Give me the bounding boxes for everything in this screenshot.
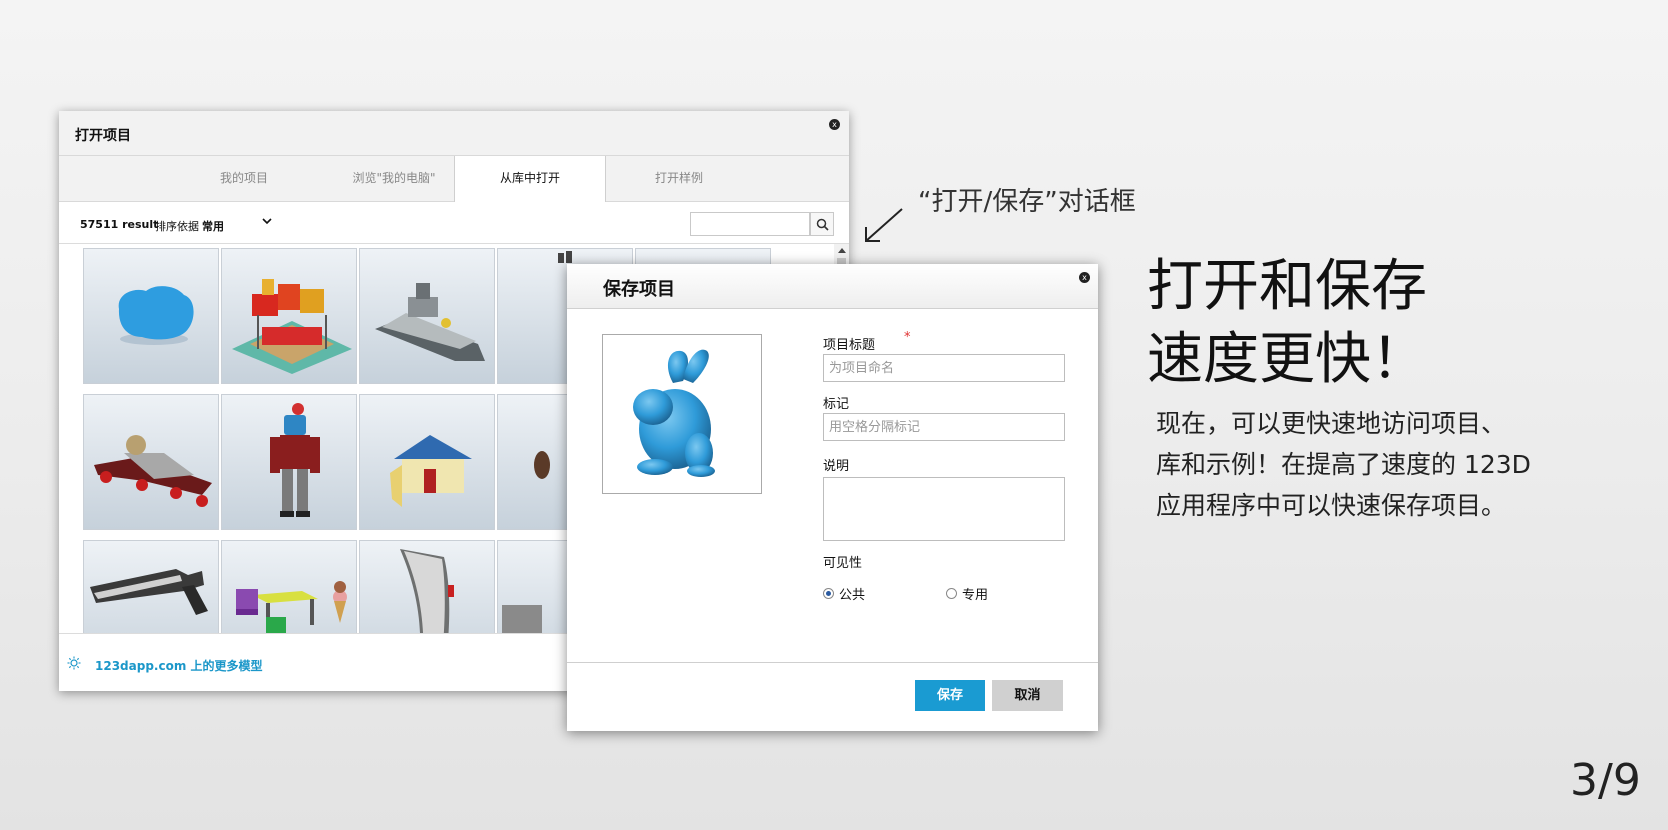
open-dialog-title: 打开项目	[75, 128, 131, 144]
scroll-up-icon[interactable]	[838, 248, 846, 253]
description-field[interactable]	[823, 477, 1065, 541]
furniture-icecream-model-icon	[236, 581, 347, 634]
save-button[interactable]: 保存	[915, 680, 985, 711]
thumbnail-blob[interactable]	[83, 248, 219, 384]
headline-line-1: 打开和保存	[1147, 254, 1427, 319]
visibility-public-radio[interactable]	[823, 588, 834, 599]
thumbnail-ship[interactable]	[359, 248, 495, 384]
search-input[interactable]	[690, 212, 810, 236]
description-line-3: 应用程序中可以快速保存项目。	[1156, 491, 1507, 520]
thumbnail-furniture-icecream[interactable]	[221, 540, 357, 634]
gun-model-icon	[90, 569, 208, 615]
result-count: 57511 result	[80, 218, 159, 231]
thumbnail-hut[interactable]	[359, 394, 495, 530]
description-line-1: 现在，可以更快速地访问项目、	[1156, 409, 1507, 438]
more-models-link[interactable]: 123dapp.com 上的更多模型	[95, 657, 263, 674]
callout-label: “打开/保存”对话框	[918, 187, 1136, 217]
tab-open-samples[interactable]: 打开样例	[604, 156, 754, 201]
filter-bar: 57511 result 排序依据 常用	[59, 202, 849, 242]
search-icon	[816, 218, 829, 231]
required-indicator: *	[904, 330, 911, 345]
save-project-dialog: 保存项目 x 项目标题 * 标记 说明 可见性 公共 专用	[567, 264, 1098, 731]
close-icon[interactable]: x	[1079, 272, 1090, 283]
bunny-model-icon	[633, 349, 715, 477]
vehicle-model-icon	[94, 435, 212, 507]
blade-model-icon	[400, 549, 454, 634]
blob-model-icon	[118, 286, 194, 345]
visibility-public-label[interactable]: 公共	[839, 584, 865, 603]
hut-model-icon	[390, 435, 472, 507]
robot-model-icon	[270, 403, 320, 517]
tab-browse-my-computer[interactable]: 浏览"我的电脑"	[319, 156, 469, 201]
visibility-label: 可见性	[823, 556, 863, 571]
open-dialog-titlebar: 打开项目 x	[59, 111, 849, 155]
chevron-down-icon[interactable]	[262, 216, 272, 226]
sort-dropdown[interactable]: 常用	[202, 218, 224, 234]
save-dialog-titlebar: 保存项目 x	[567, 264, 1098, 309]
cancel-button[interactable]: 取消	[992, 680, 1063, 711]
thumbnail-vehicle[interactable]	[83, 394, 219, 530]
headline: 打开和保存 速度更快！	[1147, 250, 1427, 396]
description-label: 说明	[823, 459, 850, 474]
project-title-label: 项目标题	[823, 338, 876, 353]
visibility-private-label[interactable]: 专用	[962, 584, 988, 603]
ship-model-icon	[375, 283, 485, 361]
thumbnail-blade[interactable]	[359, 540, 495, 634]
project-preview	[602, 334, 762, 494]
sort-label: 排序依据	[155, 220, 199, 233]
thumbnail-robot[interactable]	[221, 394, 357, 530]
description-line-2: 库和示例！在提高了速度的 123D	[1156, 450, 1531, 479]
thumbnail-gun[interactable]	[83, 540, 219, 634]
tab-open-from-library[interactable]: 从库中打开	[454, 156, 606, 202]
callout-arrow-icon	[865, 208, 903, 242]
open-dialog-tabs: 我的项目 浏览"我的电脑" 从库中打开 打开样例	[59, 155, 849, 202]
thumbnail-amusement-ride[interactable]	[221, 248, 357, 384]
close-icon[interactable]: x	[829, 119, 840, 130]
tags-field[interactable]	[823, 413, 1065, 441]
tags-label: 标记	[823, 397, 850, 412]
search-button[interactable]	[810, 212, 834, 236]
save-dialog-title: 保存项目	[603, 279, 675, 300]
dialog-divider	[567, 662, 1098, 663]
amusement-ride-model-icon	[232, 279, 352, 374]
project-title-field[interactable]	[823, 354, 1065, 382]
page-number: 3/9	[1570, 755, 1641, 806]
headline-line-2: 速度更快！	[1147, 327, 1427, 392]
tab-my-projects[interactable]: 我的项目	[169, 156, 319, 201]
lightbulb-icon	[67, 656, 81, 670]
visibility-private-radio[interactable]	[946, 588, 957, 599]
feature-description: 现在，可以更快速地访问项目、 库和示例！在提高了速度的 123D 应用程序中可以…	[1156, 403, 1531, 526]
